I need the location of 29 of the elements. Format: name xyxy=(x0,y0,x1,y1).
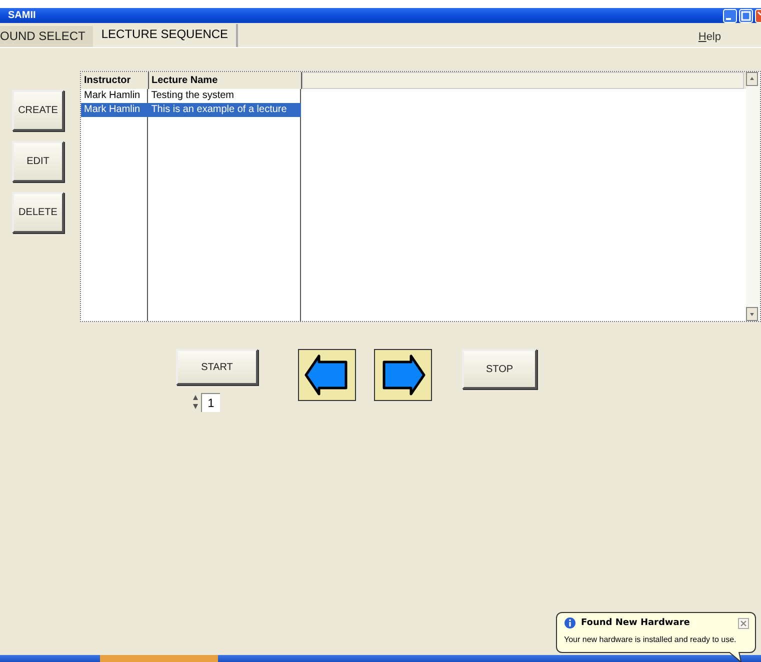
counter-field[interactable]: 1 xyxy=(201,392,220,412)
start-button[interactable]: START xyxy=(176,349,258,385)
close-icon[interactable] xyxy=(738,618,749,628)
minimize-icon[interactable] xyxy=(723,8,737,22)
maximize-icon[interactable] xyxy=(739,8,753,22)
tab[interactable]: OUND SELECT xyxy=(0,26,94,47)
next-button[interactable] xyxy=(374,349,432,401)
scroll-up-icon[interactable] xyxy=(746,72,758,86)
right-arrow-icon xyxy=(380,354,426,396)
table-row[interactable]: Mark Hamlin Testing the system xyxy=(81,89,301,103)
action-button[interactable]: EDIT xyxy=(12,141,64,182)
action-button[interactable]: DELETE xyxy=(12,192,64,233)
table-cell-text: Mark Hamlin xyxy=(83,89,142,103)
info-icon xyxy=(564,617,576,629)
table-cell-text: This is an example of a lecture xyxy=(150,103,288,117)
table-cell-text: Mark Hamlin xyxy=(83,103,142,117)
action-button[interactable]: CREATE xyxy=(12,90,64,131)
window-title: SAMII xyxy=(8,10,36,21)
stop-button[interactable]: STOP xyxy=(462,349,537,389)
left-arrow-icon xyxy=(304,354,350,396)
table-cell-text: Testing the system xyxy=(150,89,236,103)
notification-message: Your new hardware is installed and ready to use. xyxy=(564,634,736,645)
previous-button[interactable] xyxy=(298,349,356,401)
scrollbar[interactable] xyxy=(746,72,760,321)
scroll-down-icon[interactable] xyxy=(746,307,758,321)
table-row[interactable]: Mark Hamlin This is an example of a lecture xyxy=(81,103,301,117)
column-header[interactable]: Lecture Name xyxy=(148,72,302,89)
notification-title: Found New Hardware xyxy=(581,618,690,628)
menu-item[interactable]: Help xyxy=(698,31,761,47)
